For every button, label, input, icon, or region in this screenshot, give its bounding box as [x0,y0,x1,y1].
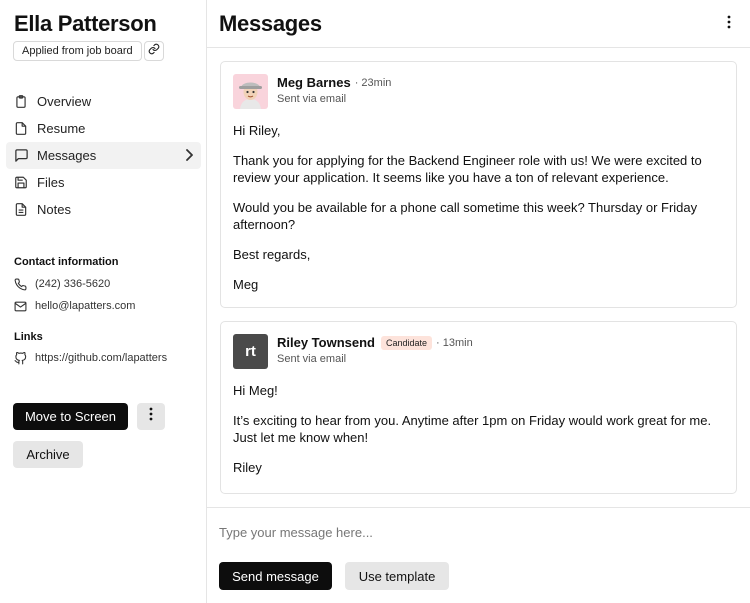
main-header: Messages [207,0,750,48]
message-body: Hi Riley, Thank you for applying for the… [233,122,723,306]
header-menu-button[interactable] [722,15,736,33]
sidebar-item-notes[interactable]: Notes [6,196,201,223]
avatar-initials: rt [245,343,256,360]
source-badge: Applied from job board [13,41,142,61]
sidebar-item-label: Resume [37,121,86,136]
more-vertical-icon [727,15,731,34]
sidebar: Ella Patterson Applied from job board Ov… [0,0,207,603]
sidebar-item-messages[interactable]: Messages [6,142,201,169]
message-paragraph: Best regards, [233,247,311,262]
message-body: Hi Meg! It’s exciting to hear from you. … [233,382,723,489]
save-icon [14,175,29,190]
sender-name: Meg Barnes [277,75,351,90]
message-paragraph: Would you be available for a phone call … [233,200,698,232]
message-time: · 13min [436,336,473,349]
github-icon [14,351,28,365]
more-actions-button[interactable] [137,403,165,430]
candidate-name: Ella Patterson [14,11,157,36]
avatar [233,74,268,109]
message-paragraph: Hi Riley, [233,123,281,138]
sidebar-item-label: Messages [37,148,97,163]
more-vertical-icon [149,407,153,426]
main-panel: Messages Meg Barnes · 23min Sent via ema… [207,0,750,603]
sidebar-nav: Overview Resume Messages Files Notes [6,88,201,223]
sidebar-item-resume[interactable]: Resume [6,115,201,142]
message-paragraph: Thank you for applying for the Backend E… [233,153,702,185]
sidebar-item-files[interactable]: Files [6,169,201,196]
chevron-right-icon [185,149,193,164]
sender-name: Riley Townsend [277,335,375,350]
message-time: · 23min [354,76,392,89]
message-paragraph: Riley [233,460,262,475]
links-title: Links [14,331,43,343]
sidebar-item-label: Overview [37,94,92,109]
sidebar-item-label: Files [37,175,65,190]
message-paragraph: It’s exciting to hear from you. Anytime … [233,413,712,445]
contact-title: Contact information [14,256,119,268]
github-link[interactable]: https://github.com/lapatters [14,351,167,365]
email-value: hello@lapatters.com [35,300,136,312]
message-card: rt Riley Townsend Candidate · 13min Sent… [220,321,737,494]
copy-link-button[interactable] [144,41,164,61]
phone-icon [14,277,28,291]
message-paragraph: Hi Meg! [233,383,278,398]
message-input[interactable] [219,520,734,544]
link-icon [148,42,160,60]
archive-button[interactable]: Archive [13,441,83,468]
contact-phone[interactable]: (242) 336-5620 [14,277,110,291]
message-sender: Riley Townsend Candidate · 13min [277,335,473,350]
avatar: rt [233,334,268,369]
mail-icon [14,299,28,313]
message-card: Meg Barnes · 23min Sent via email Hi Ril… [220,61,737,308]
message-icon [14,148,29,163]
sidebar-item-overview[interactable]: Overview [6,88,201,115]
message-channel: Sent via email [277,93,347,105]
page-title: Messages [219,11,322,36]
use-template-button[interactable]: Use template [345,562,449,590]
notes-icon [14,202,29,217]
message-sender: Meg Barnes · 23min [277,75,391,90]
message-paragraph: Meg [233,277,259,292]
file-icon [14,121,29,136]
sidebar-item-label: Notes [37,202,71,217]
phone-value: (242) 336-5620 [35,278,111,290]
github-url: https://github.com/lapatters [35,352,168,364]
message-channel: Sent via email [277,353,347,365]
send-message-button[interactable]: Send message [219,562,332,590]
message-thread[interactable]: Meg Barnes · 23min Sent via email Hi Ril… [207,48,750,508]
clipboard-icon [14,94,29,109]
contact-email[interactable]: hello@lapatters.com [14,299,135,313]
move-to-screen-button[interactable]: Move to Screen [13,403,128,430]
candidate-badge: Candidate [381,335,433,350]
